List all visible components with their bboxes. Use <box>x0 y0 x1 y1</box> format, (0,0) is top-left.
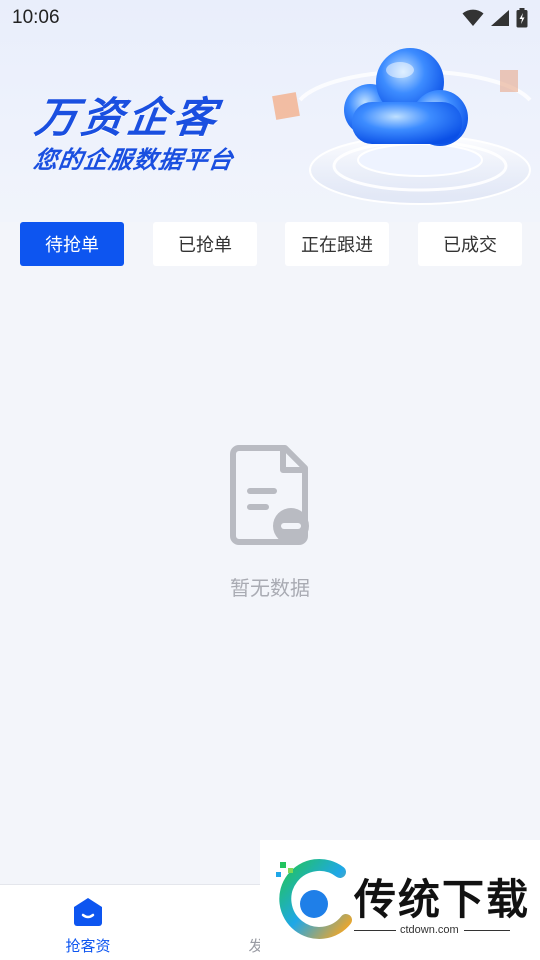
watermark-logo <box>276 859 352 939</box>
tab-pending-grab[interactable]: 待抢单 <box>20 222 124 266</box>
empty-document-icon <box>230 445 309 545</box>
watermark-brand: 传统下载 <box>354 875 531 924</box>
banner-title: 万资企客 <box>32 93 224 142</box>
tab-closed-deal[interactable]: 已成交 <box>418 222 522 266</box>
tab-following-up[interactable]: 正在跟进 <box>285 222 389 266</box>
empty-state: 暂无数据 <box>0 440 540 601</box>
home-icon <box>74 898 102 926</box>
header-banner: 10:06 万资企客 您的企服数据平台 <box>0 0 540 222</box>
cloud-platform-illustration <box>272 48 532 205</box>
watermark-url: ctdown.com <box>400 924 459 936</box>
nav-label-grab-customers: 抢客资 <box>65 937 111 955</box>
order-status-tabs: 待抢单 已抢单 正在跟进 已成交 <box>0 222 540 266</box>
status-time: 10:06 <box>12 7 60 28</box>
empty-state-text: 暂无数据 <box>230 576 310 600</box>
watermark-rule-right <box>464 930 510 931</box>
watermark-rule-left <box>354 930 396 931</box>
banner-subtitle: 您的企服数据平台 <box>31 146 236 174</box>
signal-icon <box>491 10 509 26</box>
nav-item-grab-customers[interactable]: 抢客资 <box>48 897 128 956</box>
status-bar: 10:06 <box>0 0 540 36</box>
status-icons <box>462 8 528 28</box>
wifi-icon <box>462 9 484 26</box>
tab-grabbed[interactable]: 已抢单 <box>153 222 257 266</box>
battery-icon <box>516 8 528 28</box>
watermark: 传统下载 ctdown.com <box>260 840 540 960</box>
